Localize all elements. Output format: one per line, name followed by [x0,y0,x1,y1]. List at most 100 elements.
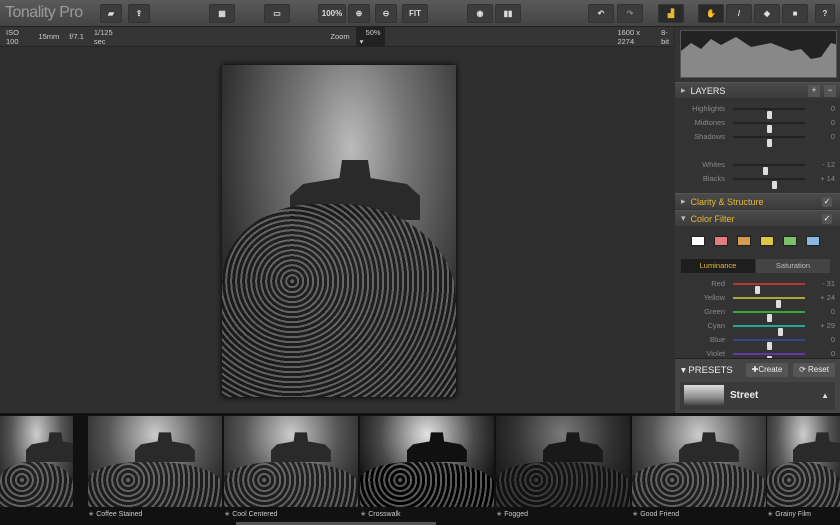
expand-up-icon[interactable]: ▲ [821,391,829,400]
slider-track[interactable] [733,136,805,147]
slider-green[interactable]: Green 0 [675,305,835,322]
star-icon[interactable]: ★ [88,511,94,518]
slider-whites[interactable]: Whites - 12 [675,158,835,175]
color-swatch[interactable] [737,236,751,246]
hand-icon: ✋ [706,9,716,18]
preset-label[interactable]: ★ Grainy Film [767,510,811,518]
add-layer-button[interactable]: + [808,85,820,97]
iso: ISO 100 [6,27,19,46]
zoom-in-icon: ⊕ [355,9,363,18]
slider-track[interactable] [733,339,805,350]
folder-icon: ▰ [107,9,115,18]
reset-presets-button[interactable]: ⟳ Reset [793,363,835,377]
histogram [680,30,837,78]
slider-value: + 29 [820,321,835,330]
color-swatch[interactable] [783,236,797,246]
star-icon[interactable]: ★ [632,511,638,518]
slider-track[interactable] [733,297,805,308]
color-swatch[interactable] [691,236,705,246]
slider-label: Whites [702,160,725,169]
preview-button[interactable]: ◉ [467,4,493,23]
preset-label[interactable]: ★ Fogged [496,510,528,518]
slider-label: Highlights [692,104,725,113]
gradient-tool-button[interactable]: ■ [782,4,808,23]
zoom-select[interactable]: 50% ▾ [355,26,386,47]
slider-track[interactable] [733,122,805,133]
image-dimensions: 1600 x 2274 [617,27,640,46]
star-icon[interactable]: ★ [496,511,502,518]
tab-saturation[interactable]: Saturation [756,259,830,273]
share-button[interactable]: ⇪ [128,4,150,23]
star-icon[interactable]: ★ [360,511,366,518]
slider-track[interactable] [733,325,805,336]
color-swatch[interactable] [760,236,774,246]
slider-blue[interactable]: Blue 0 [675,333,835,350]
color-filter-title: Color Filter [690,213,735,224]
preset-label[interactable]: ★ Good Friend [632,510,679,518]
slider-track[interactable] [733,283,805,294]
zoom-in-button[interactable]: ⊕ [348,4,370,23]
slider-label: Cyan [707,321,725,330]
preset-thumbnail[interactable] [224,416,358,507]
remove-layer-button[interactable]: − [824,85,836,97]
histogram-icon: ▟ [667,9,675,18]
preset-label[interactable]: ★ Coffee Stained [88,510,142,518]
fit-button[interactable]: FIT [402,4,428,23]
info-bar: ISO 100 15mm f/7.1 1/125 sec Zoom 50% ▾ … [0,26,673,47]
crop-grid-button[interactable]: ▦ [209,4,235,23]
help-button[interactable]: ? [815,4,835,23]
slider-blacks[interactable]: Blacks + 14 [675,172,835,189]
layout-button[interactable]: ▭ [264,4,290,23]
slider-track[interactable] [733,353,805,364]
preset-label[interactable]: ★ Cool Centered [224,510,277,518]
star-icon[interactable]: ★ [224,511,230,518]
color-filter-checkbox[interactable]: ✓ [822,214,832,224]
slider-track[interactable] [733,164,805,175]
preset-thumbnail[interactable] [0,416,73,507]
slider-yellow[interactable]: Yellow + 24 [675,291,835,308]
current-preset[interactable]: Street ▲ [680,382,835,410]
clarity-structure-header[interactable]: ▸ Clarity & Structure ✓ [675,193,840,209]
slider-knob[interactable] [767,139,772,147]
star-icon[interactable]: ★ [767,511,773,518]
slider-track[interactable] [733,178,805,189]
slider-knob[interactable] [772,181,778,189]
undo-button[interactable]: ↶ [588,4,614,23]
brush-tool-button[interactable]: / [726,4,752,23]
slider-red[interactable]: Red - 31 [675,277,835,294]
preset-thumbnail[interactable] [360,416,494,507]
slider-track[interactable] [733,108,805,119]
slider-track[interactable] [733,311,805,322]
eraser-tool-button[interactable]: ◆ [754,4,780,23]
preset-thumbnail[interactable] [88,416,222,507]
split-view-icon: ▮▮ [503,9,513,18]
layers-header[interactable]: ▸ LAYERS + − [675,82,840,98]
color-filter-header[interactable]: ▾ Color Filter ✓ [675,210,840,226]
preset-label[interactable]: ★ Crosswalk [360,510,401,518]
zoom-100-button[interactable]: 100% [318,4,346,23]
color-swatch[interactable] [806,236,820,246]
tab-luminance[interactable]: Luminance [681,259,755,273]
color-swatch[interactable] [714,236,728,246]
zoom-out-button[interactable]: ⊖ [375,4,397,23]
photo-preview[interactable] [222,65,456,397]
grid-icon: ▦ [218,9,226,18]
preset-label-text: Grainy Film [775,511,812,518]
redo-button[interactable]: ↷ [617,4,643,23]
slider-label: Violet [706,349,725,358]
histogram-toggle-button[interactable]: ▟ [658,4,684,23]
slider-shadows[interactable]: Shadows 0 [675,130,835,147]
compare-button[interactable]: ▮▮ [495,4,521,23]
create-preset-button[interactable]: ✚Create [746,363,788,377]
slider-label: Shadows [694,132,725,141]
slider-cyan[interactable]: Cyan + 29 [675,319,835,336]
clarity-checkbox[interactable]: ✓ [822,197,832,207]
preset-thumbnail[interactable] [496,416,630,507]
slider-highlights[interactable]: Highlights 0 [675,102,835,119]
slider-midtones[interactable]: Midtones 0 [675,116,835,133]
hand-tool-button[interactable]: ✋ [698,4,724,23]
preset-name: Street [730,390,759,401]
open-file-button[interactable]: ▰ [100,4,122,23]
preset-thumbnail[interactable] [632,416,766,507]
preset-thumbnail[interactable] [767,416,840,507]
